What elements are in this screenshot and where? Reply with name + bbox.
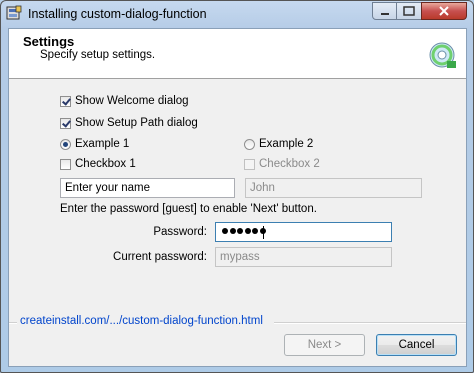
password-input[interactable] — [215, 222, 392, 242]
show-welcome-checkbox[interactable]: Show Welcome dialog — [60, 95, 189, 107]
maximize-button[interactable] — [396, 2, 422, 20]
name-disabled-field: John — [245, 178, 422, 198]
checkbox-checked[interactable] — [60, 95, 71, 107]
title-bar[interactable]: Installing custom-dialog-function — [1, 1, 473, 28]
password-instructions: Enter the password [guest] to enable 'Ne… — [60, 203, 317, 215]
page-subtitle: Specify setup settings. — [40, 49, 156, 61]
show-welcome-label: Show Welcome dialog — [75, 95, 189, 107]
maximize-icon — [403, 6, 415, 16]
separator-left — [9, 322, 17, 324]
show-setup-path-checkbox[interactable]: Show Setup Path dialog — [60, 117, 198, 129]
checkbox-unchecked[interactable] — [60, 158, 71, 170]
dialog-client: Settings Specify setup settings. Show We… — [8, 28, 467, 367]
text-caret — [263, 226, 264, 239]
separator-right — [274, 322, 466, 324]
password-mask — [222, 228, 267, 234]
installer-app-icon — [6, 5, 22, 20]
installer-window: Installing custom-dialog-function Settin… — [0, 0, 474, 373]
close-icon — [439, 6, 449, 16]
checkbox-checked[interactable] — [60, 117, 71, 129]
header-panel: Settings Specify setup settings. — [9, 29, 466, 79]
next-button[interactable]: Next > — [284, 334, 365, 356]
minimize-button[interactable] — [372, 2, 397, 20]
example1-label: Example 1 — [75, 138, 130, 150]
checkbox2-label: Checkbox 2 — [259, 158, 320, 170]
radio-unselected[interactable] — [244, 138, 255, 150]
show-setup-path-label: Show Setup Path dialog — [75, 117, 198, 129]
radio-selected[interactable] — [60, 138, 71, 150]
name-input[interactable]: Enter your name — [60, 178, 235, 198]
minimize-icon — [381, 13, 389, 15]
checkbox2: Checkbox 2 — [244, 158, 320, 170]
close-button[interactable] — [421, 2, 467, 20]
checkbox-disabled — [244, 158, 255, 170]
current-password-field: mypass — [215, 247, 392, 267]
current-password-label: Current password: — [113, 251, 207, 263]
window-title: Installing custom-dialog-function — [28, 7, 207, 21]
example1-radio[interactable]: Example 1 — [60, 138, 129, 150]
cancel-button[interactable]: Cancel — [376, 334, 457, 356]
page-title: Settings — [23, 34, 75, 49]
checkbox1[interactable]: Checkbox 1 — [60, 158, 136, 170]
example2-label: Example 2 — [259, 138, 314, 150]
checkbox1-label: Checkbox 1 — [75, 158, 136, 170]
password-label: Password: — [153, 226, 207, 238]
example2-radio[interactable]: Example 2 — [244, 138, 313, 150]
cd-disc-icon — [429, 42, 456, 68]
website-link[interactable]: createinstall.com/.../custom-dialog-func… — [20, 315, 267, 327]
